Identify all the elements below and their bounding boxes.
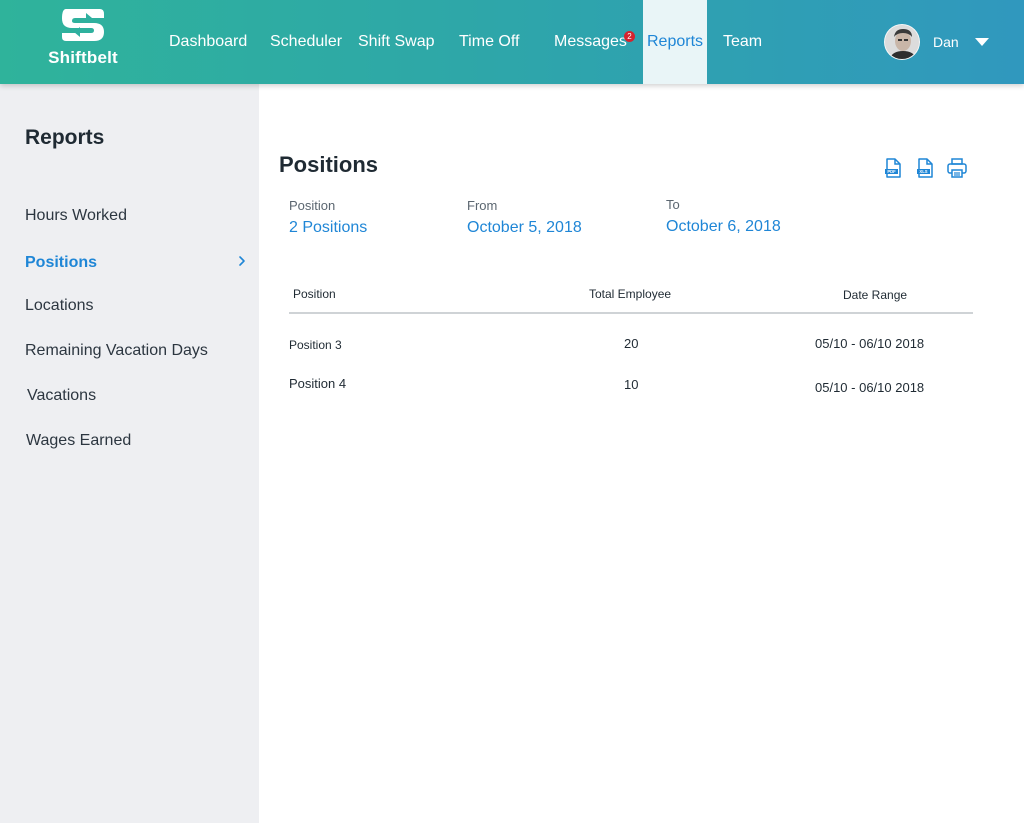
- from-date-value[interactable]: October 5, 2018: [467, 219, 582, 237]
- nav-time-off[interactable]: Time Off: [459, 0, 519, 84]
- cell-date-range: 05/10 - 06/10 2018: [815, 380, 925, 395]
- sidebar-title: Reports: [25, 126, 105, 149]
- sidebar-item-label: Positions: [25, 254, 98, 271]
- page-title: Positions: [279, 152, 379, 177]
- cell-position: Position 4: [289, 376, 347, 391]
- table-header: Position Total Employee Date Range: [289, 284, 973, 314]
- top-navigation-bar: Shiftbelt Dashboard Scheduler Shift Swap…: [0, 0, 1024, 84]
- sidebar-item-locations[interactable]: Locations: [25, 294, 255, 318]
- xls-icon[interactable]: XLS: [913, 156, 937, 180]
- column-header-date-range[interactable]: Date Range: [843, 288, 907, 302]
- brand-logo[interactable]: Shiftbelt: [40, 6, 126, 72]
- nav-team[interactable]: Team: [723, 0, 762, 84]
- sidebar-item-remaining-vacation-days[interactable]: Remaining Vacation Days: [25, 339, 255, 363]
- to-date-label: To: [666, 197, 680, 212]
- sidebar-item-hours-worked[interactable]: Hours Worked: [25, 204, 255, 228]
- nav-scheduler[interactable]: Scheduler: [270, 0, 342, 84]
- sidebar-item-vacations[interactable]: Vacations: [27, 384, 257, 408]
- table-row[interactable]: Position 4 10 05/10 - 06/10 2018: [289, 376, 973, 416]
- sidebar-item-label: Remaining Vacation Days: [25, 342, 208, 359]
- pdf-icon[interactable]: PDF: [881, 156, 905, 180]
- cell-date-range: 05/10 - 06/10 2018: [815, 336, 925, 351]
- cell-total-employee: 10: [624, 377, 639, 392]
- user-name: Dan: [933, 33, 959, 50]
- brand-name: Shiftbelt: [48, 48, 118, 67]
- shiftbelt-logo-icon: [62, 9, 104, 41]
- position-filter-label: Position: [289, 198, 336, 213]
- chevron-right-icon: [239, 256, 245, 266]
- from-date-label: From: [467, 198, 498, 213]
- svg-text:PDF: PDF: [887, 169, 896, 174]
- cell-position: Position 3: [289, 338, 342, 352]
- svg-text:XLS: XLS: [919, 169, 927, 174]
- report-content: Positions PDF XLS Position 2 Positions F…: [259, 84, 1024, 823]
- from-date-filter: From October 5, 2018: [467, 198, 582, 237]
- column-header-position[interactable]: Position: [293, 287, 336, 301]
- sidebar-item-label: Hours Worked: [25, 207, 127, 224]
- sidebar-item-label: Wages Earned: [26, 432, 132, 449]
- avatar-photo: [885, 24, 919, 59]
- cell-total-employee: 20: [624, 336, 639, 351]
- position-filter: Position 2 Positions: [289, 198, 367, 237]
- caret-down-icon[interactable]: [974, 37, 989, 46]
- sidebar-item-wages-earned[interactable]: Wages Earned: [26, 429, 256, 453]
- nav-shift-swap[interactable]: Shift Swap: [358, 0, 434, 84]
- avatar[interactable]: [884, 23, 920, 60]
- export-toolbar: PDF XLS: [881, 156, 977, 180]
- nav-reports[interactable]: Reports: [643, 0, 707, 84]
- nav-dashboard[interactable]: Dashboard: [169, 0, 247, 84]
- table-row[interactable]: Position 3 20 05/10 - 06/10 2018: [289, 336, 973, 376]
- positions-table: Position Total Employee Date Range Posit…: [289, 284, 973, 416]
- sidebar-item-positions[interactable]: Positions: [25, 251, 255, 275]
- sidebar-item-label: Vacations: [27, 387, 97, 404]
- print-icon[interactable]: [945, 156, 969, 180]
- nav-messages[interactable]: Messages: [554, 0, 627, 84]
- column-header-total-employee[interactable]: Total Employee: [589, 287, 671, 301]
- sidebar-item-label: Locations: [25, 297, 94, 314]
- user-menu[interactable]: Dan: [884, 23, 989, 60]
- messages-unread-badge: 2: [624, 31, 635, 42]
- to-date-filter: To October 6, 2018: [666, 197, 781, 236]
- position-filter-value[interactable]: 2 Positions: [289, 219, 367, 237]
- to-date-value[interactable]: October 6, 2018: [666, 218, 781, 236]
- nav-messages-label: Messages: [554, 33, 627, 50]
- reports-sidebar: Reports Hours Worked Positions Locations…: [0, 84, 259, 823]
